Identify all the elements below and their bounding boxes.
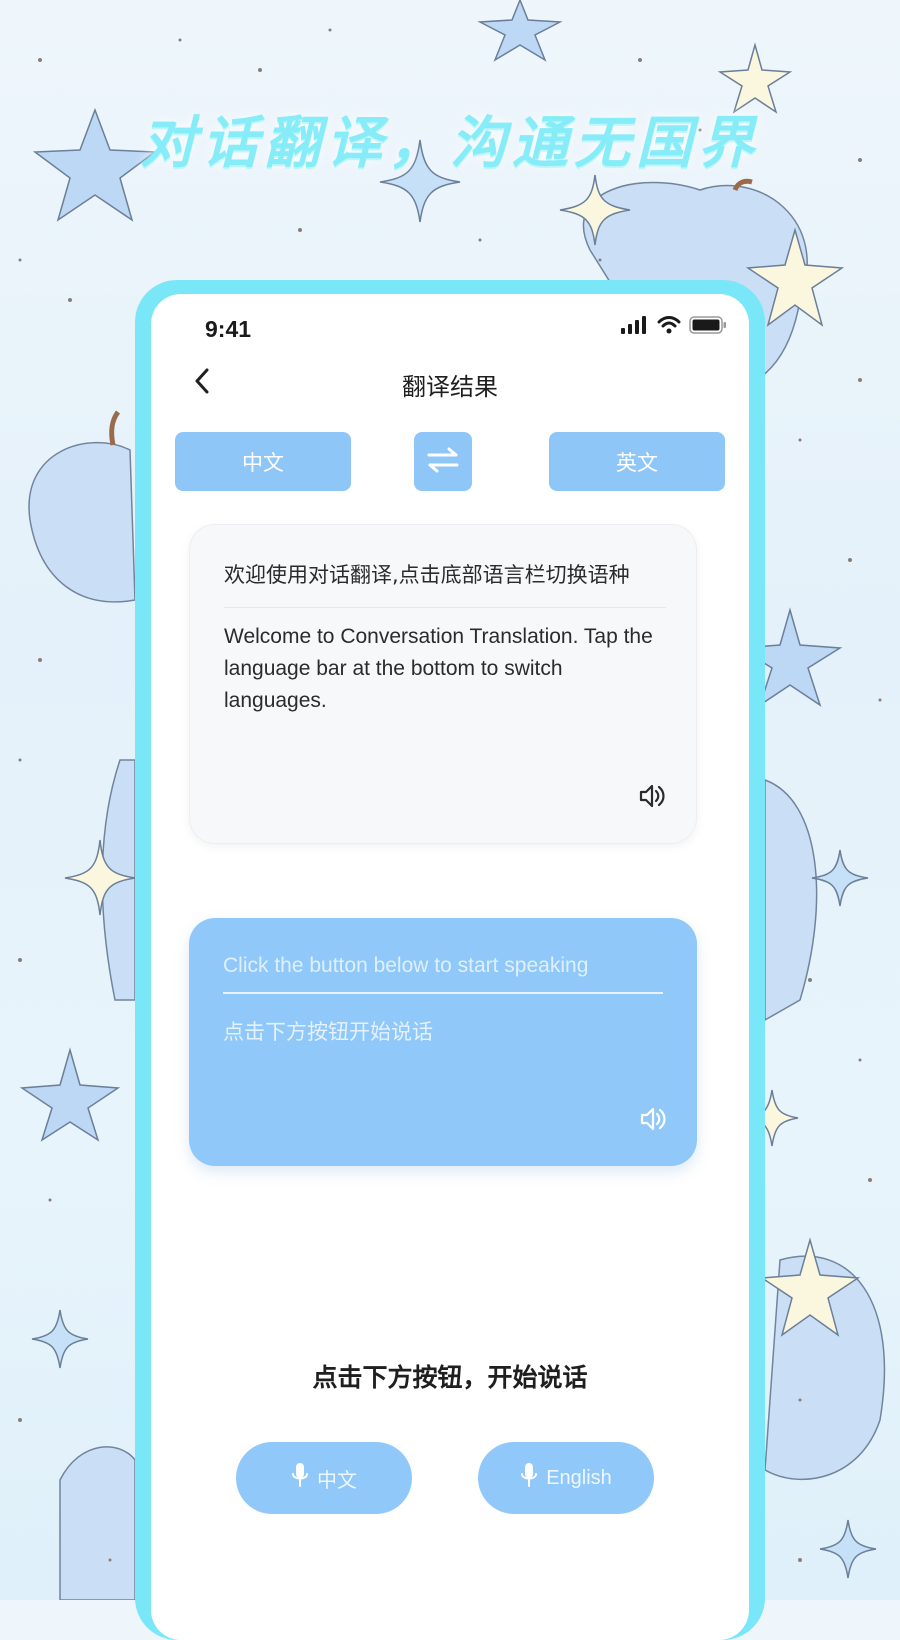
translated-text: Welcome to Conversation Translation. Tap… bbox=[224, 625, 653, 712]
translation-result-card: 欢迎使用对话翻译,点击底部语言栏切换语种 Welcome to Conversa… bbox=[189, 524, 697, 844]
status-time: 9:41 bbox=[205, 316, 252, 342]
phone-frame: 9:41 翻译结果 中文 英文 欢迎使用对话翻译,点击底部语言栏切换语种 Wel… bbox=[135, 280, 765, 1640]
speaker-icon[interactable] bbox=[638, 783, 666, 813]
signal-icon bbox=[621, 316, 649, 338]
page-title: 翻译结果 bbox=[402, 373, 498, 401]
mic-button-label: English bbox=[546, 1466, 612, 1489]
swap-languages-button[interactable] bbox=[414, 432, 472, 491]
wifi-icon bbox=[657, 316, 681, 338]
microphone-icon bbox=[291, 1462, 309, 1494]
speech-input-card: Click the button below to start speaking… bbox=[189, 918, 697, 1166]
speaker-icon[interactable] bbox=[639, 1106, 667, 1136]
microphone-icon bbox=[520, 1462, 538, 1494]
swap-arrows-icon bbox=[426, 446, 460, 478]
status-icons bbox=[621, 316, 727, 338]
promo-headline: 对话翻译，沟通无国界 bbox=[140, 111, 760, 176]
source-language-button[interactable]: 中文 bbox=[175, 432, 351, 491]
mic-button-label: 中文 bbox=[317, 1469, 357, 1492]
input-hint-chinese: 点击下方按钮开始说话 bbox=[223, 1020, 433, 1044]
target-language-button[interactable]: 英文 bbox=[549, 432, 725, 491]
battery-icon bbox=[689, 316, 727, 338]
app-screen: 9:41 翻译结果 中文 英文 欢迎使用对话翻译,点击底部语言栏切换语种 Wel… bbox=[151, 294, 749, 1640]
input-hint-english: Click the button below to start speaking bbox=[223, 954, 663, 994]
bottom-prompt: 点击下方按钮，开始说话 bbox=[312, 1363, 588, 1392]
mic-button-chinese[interactable]: 中文 bbox=[236, 1442, 412, 1514]
mic-button-english[interactable]: English bbox=[478, 1442, 654, 1514]
source-text: 欢迎使用对话翻译,点击底部语言栏切换语种 bbox=[224, 559, 666, 608]
